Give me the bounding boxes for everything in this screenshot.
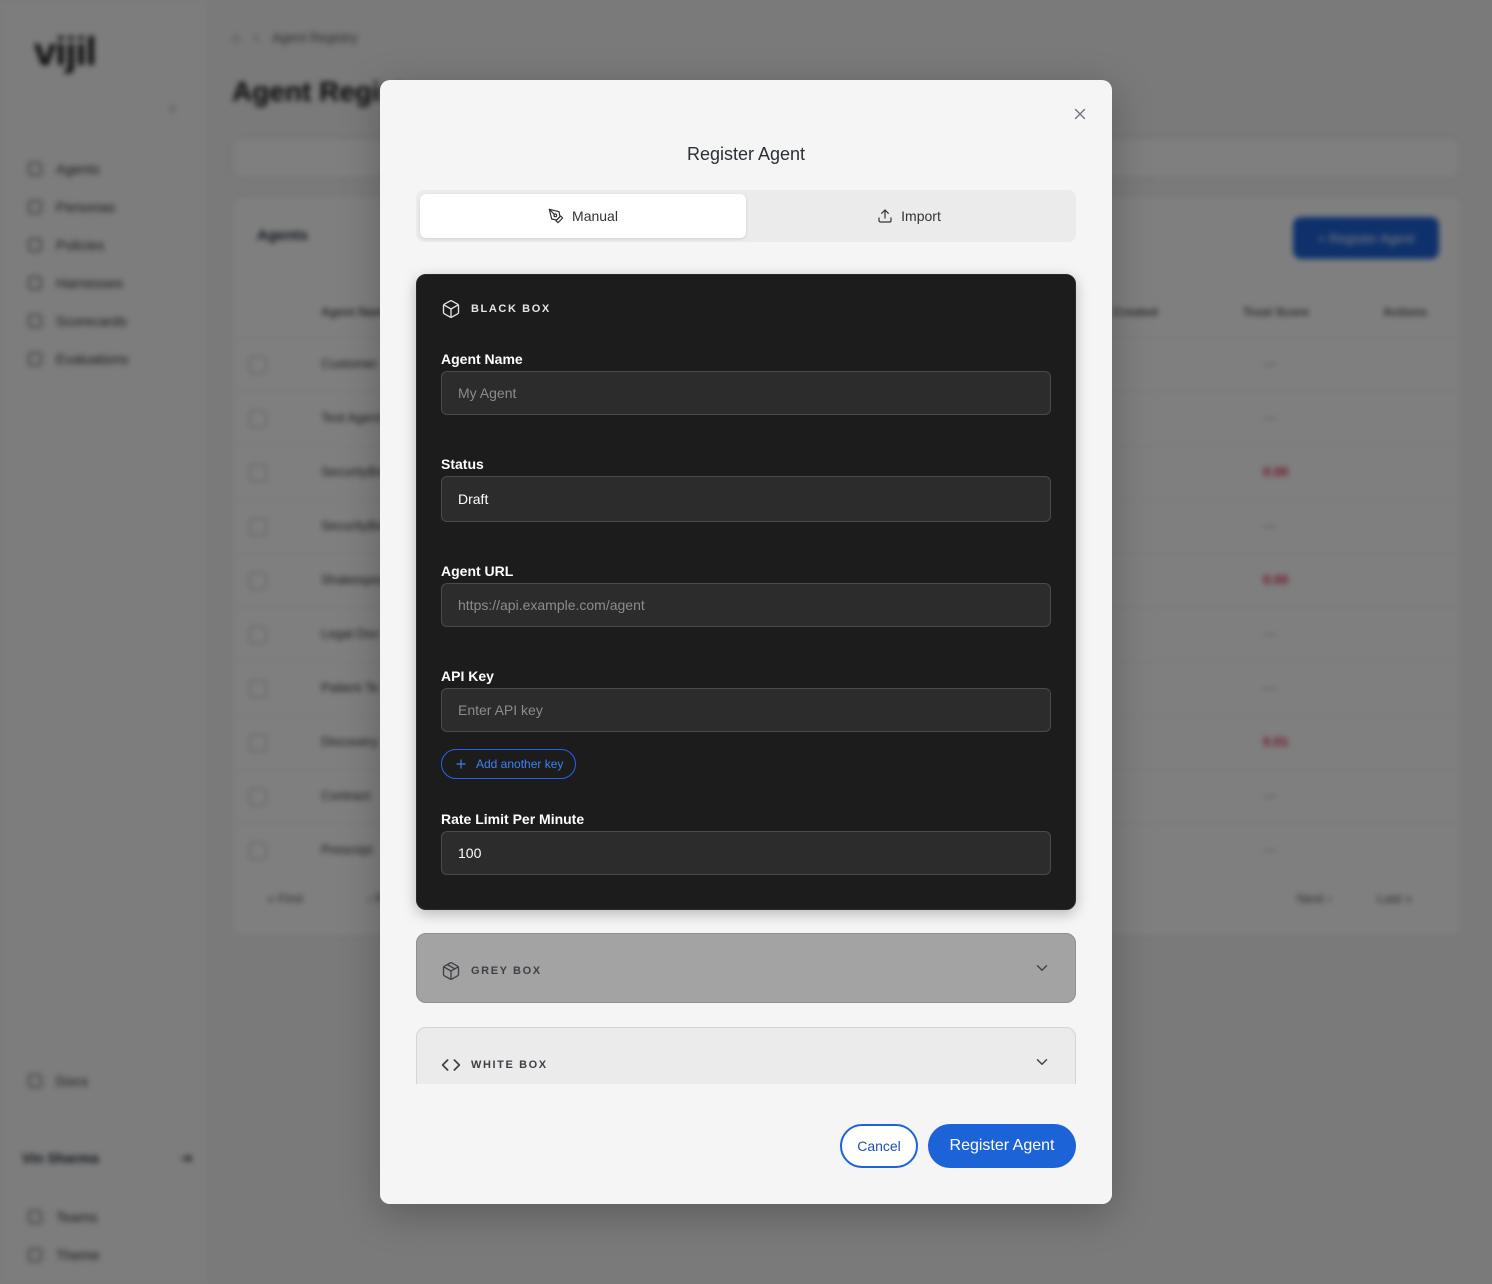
agent-name-field[interactable] <box>441 371 1051 415</box>
modal-scroll-area[interactable]: BLACK BOX Agent Name Status Draft Agent … <box>380 260 1112 1084</box>
agent-url-field[interactable] <box>441 583 1051 627</box>
close-icon[interactable] <box>1068 102 1092 126</box>
black-box-section: BLACK BOX Agent Name Status Draft Agent … <box>416 274 1076 910</box>
white-box-section[interactable]: WHITE BOX <box>416 1027 1076 1084</box>
api-key-label: API Key <box>441 668 494 684</box>
pen-tool-icon <box>548 208 564 224</box>
chevron-down-icon[interactable] <box>1033 1053 1051 1071</box>
tab-import-label: Import <box>901 208 941 224</box>
tab-manual[interactable]: Manual <box>420 194 746 238</box>
grey-box-header: GREY BOX <box>441 961 542 981</box>
black-box-title: BLACK BOX <box>471 303 551 315</box>
tab-manual-label: Manual <box>572 208 618 224</box>
grey-box-section[interactable]: GREY BOX <box>416 933 1076 1003</box>
tab-import[interactable]: Import <box>746 194 1072 238</box>
modal-footer: Cancel Register Agent <box>380 1084 1112 1204</box>
status-select[interactable]: Draft <box>441 476 1051 522</box>
modal-title: Register Agent <box>686 144 806 164</box>
agent-name-input[interactable] <box>458 385 1050 401</box>
rate-limit-label: Rate Limit Per Minute <box>441 811 585 827</box>
white-box-title: WHITE BOX <box>471 1059 548 1071</box>
box-icon <box>442 300 460 318</box>
add-another-key-button[interactable]: Add another key <box>441 749 577 779</box>
grey-box-title: GREY BOX <box>471 965 542 977</box>
package-icon <box>442 962 460 980</box>
code-icon <box>441 1059 461 1071</box>
agent-url-input[interactable] <box>458 597 1050 613</box>
white-box-header: WHITE BOX <box>441 1055 548 1075</box>
plus-icon <box>456 759 466 769</box>
api-key-field[interactable] <box>441 688 1051 732</box>
status-label: Status <box>441 456 484 472</box>
rate-limit-value: 100 <box>458 845 482 861</box>
register-agent-button[interactable]: Register Agent <box>928 1124 1076 1168</box>
agent-url-label: Agent URL <box>441 563 514 579</box>
upload-icon <box>878 209 892 223</box>
chevron-down-icon[interactable] <box>1033 959 1051 977</box>
register-agent-modal: Register Agent Manual Import BLACK BOX A… <box>380 80 1112 1204</box>
rate-limit-field[interactable]: 100 <box>441 831 1051 875</box>
cancel-button[interactable]: Cancel <box>840 1124 918 1168</box>
mode-tabs: Manual Import <box>416 190 1076 242</box>
api-key-input[interactable] <box>458 702 1050 718</box>
agent-name-label: Agent Name <box>441 351 523 367</box>
add-another-key-label: Add another key <box>476 757 564 771</box>
black-box-header: BLACK BOX <box>441 299 551 319</box>
status-value: Draft <box>458 491 489 507</box>
